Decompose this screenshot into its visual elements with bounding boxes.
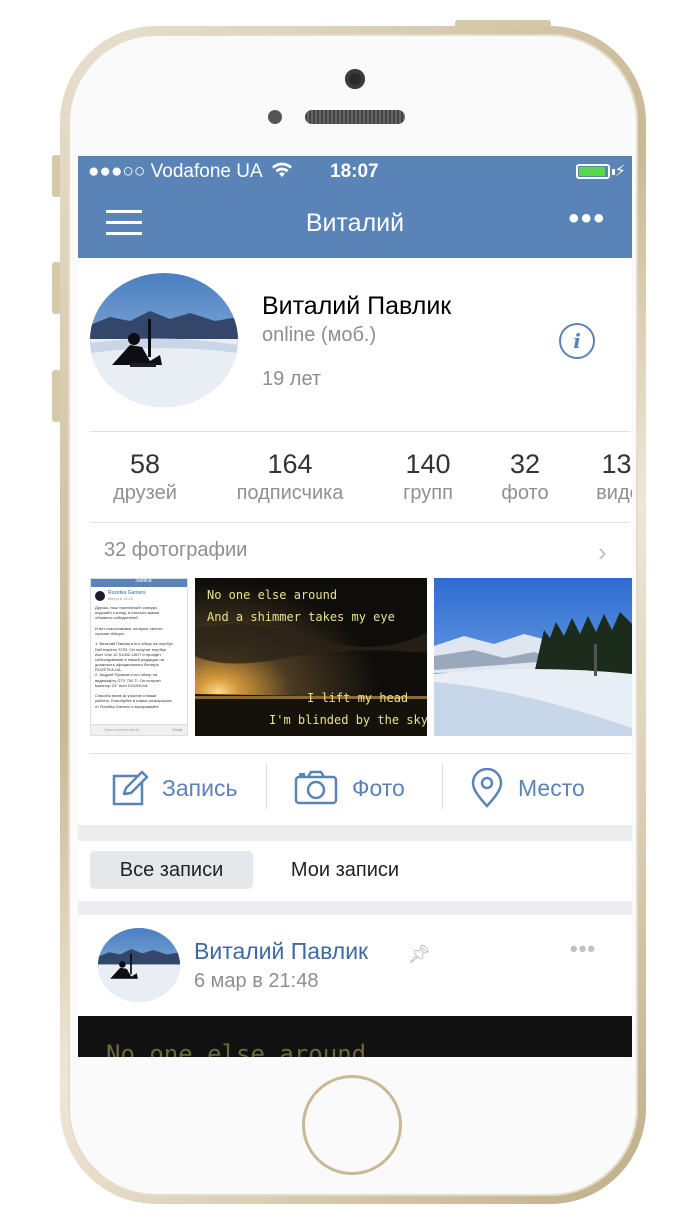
counter-photos[interactable]: 32 фото — [490, 449, 560, 505]
divider — [90, 431, 630, 432]
front-camera — [345, 69, 365, 89]
post-more-icon[interactable]: ••• — [570, 936, 596, 962]
nav-title: Виталий — [305, 209, 405, 237]
counter-label: видео — [596, 482, 632, 504]
thumb-comment-placeholder: Ваш комментарий — [105, 727, 139, 732]
counter-value: 132 — [601, 449, 632, 479]
lyrics-line-1: No one else around — [207, 588, 338, 602]
lyrics-line-3: I lift my head — [307, 691, 409, 705]
thumb-tab: Записи — [135, 578, 152, 584]
divider — [266, 764, 267, 810]
carrier-info: ●●●○○ Vodafone UA — [88, 161, 293, 183]
profile-age: 19 лет — [262, 368, 322, 390]
photo-thumbnail-1[interactable]: Записи Rozetka Gamers вчера в 18:25 Друз… — [90, 578, 188, 736]
section-separator — [78, 825, 632, 841]
earpiece-speaker — [305, 110, 405, 124]
battery-level — [579, 167, 605, 176]
location-pin-icon — [471, 768, 503, 808]
counter-followers[interactable]: 164 подписчика — [218, 449, 362, 505]
info-icon[interactable]: i — [559, 323, 595, 359]
carrier-name: Vodafone UA — [150, 161, 262, 182]
counter-label: друзей — [113, 482, 177, 504]
post-author-avatar[interactable] — [98, 928, 180, 1002]
counter-groups[interactable]: 140 групп — [388, 449, 468, 505]
divider — [90, 522, 630, 523]
battery-icon — [576, 164, 610, 179]
status-time: 18:07 — [330, 161, 379, 182]
wifi-icon — [271, 162, 292, 177]
thumb-text: Друзья, наш «железный» конкурс подошёл к … — [95, 605, 187, 709]
lyrics-line-2: And a shimmer takes my eye — [207, 610, 395, 624]
action-label: Фото — [352, 775, 405, 801]
counter-value: 58 — [129, 449, 161, 479]
counter-videos[interactable]: 132 видео — [586, 449, 632, 505]
action-label: Место — [518, 775, 585, 801]
counter-label: фото — [501, 482, 549, 504]
pin-icon: 📌︎ — [408, 944, 431, 964]
app-screen: ●●●○○ Vodafone UA 18:07 ⚡︎ Виталий ••• В… — [78, 156, 632, 1057]
edit-icon — [112, 770, 149, 806]
photo-thumbnail-3[interactable] — [434, 578, 632, 736]
thumb-meta: вчера в 18:25 — [108, 596, 134, 601]
status-bar: ●●●○○ Vodafone UA 18:07 ⚡︎ — [78, 156, 632, 188]
counter-label: групп — [403, 482, 453, 504]
counter-friends[interactable]: 58 друзей — [102, 449, 188, 505]
action-label: Запись — [162, 775, 238, 801]
bolt-icon: ⚡︎ — [614, 163, 626, 180]
post-author-name[interactable]: Виталий Павлик — [194, 938, 368, 965]
divider — [90, 753, 630, 754]
counter-value: 140 — [405, 449, 451, 479]
avatar-photo — [98, 928, 180, 1002]
thumb-comment-bar: Ваш комментарий Отпр. — [91, 724, 187, 735]
post-image-text: No one else around — [106, 1040, 367, 1057]
lyrics-line-4: I'm blinded by the sky — [269, 713, 427, 727]
photos-header[interactable]: 32 фотографии — [104, 539, 247, 562]
profile-name: Виталий Павлик — [262, 292, 452, 320]
online-status: online (моб.) — [262, 324, 377, 346]
avatar-photo — [90, 273, 238, 407]
add-photo-button[interactable]: Фото — [294, 768, 424, 808]
counter-value: 164 — [267, 449, 313, 479]
divider — [442, 764, 443, 810]
thumb-group-avatar — [95, 591, 105, 601]
nav-bar: Виталий ••• — [78, 188, 632, 258]
counter-value: 32 — [509, 449, 541, 479]
thumb-ski-photo — [434, 578, 632, 736]
tab-all-posts[interactable]: Все записи — [90, 851, 253, 889]
add-place-button[interactable]: Место — [470, 768, 610, 808]
photo-thumbnail-2[interactable]: No one else around And a shimmer takes m… — [195, 578, 427, 736]
section-separator — [78, 901, 632, 915]
counter-label: подписчика — [236, 482, 344, 504]
home-button[interactable] — [302, 1075, 402, 1175]
post-image[interactable]: No one else around — [78, 1016, 632, 1057]
camera-icon — [294, 770, 338, 805]
more-icon[interactable]: ••• — [568, 202, 606, 236]
tab-my-posts[interactable]: Мои записи — [270, 851, 420, 889]
chevron-right-icon[interactable]: › — [598, 537, 607, 568]
proximity-sensor — [268, 110, 282, 124]
thumb-send: Отпр. — [172, 727, 183, 732]
signal-strength: ●●●○○ — [88, 161, 146, 182]
thumb-text-line: от Rozetka Gamers и выигрывайте — [95, 703, 159, 709]
profile-avatar[interactable] — [90, 273, 238, 407]
new-post-button[interactable]: Запись — [112, 768, 252, 808]
post-date: 6 мар в 21:48 — [194, 970, 319, 992]
